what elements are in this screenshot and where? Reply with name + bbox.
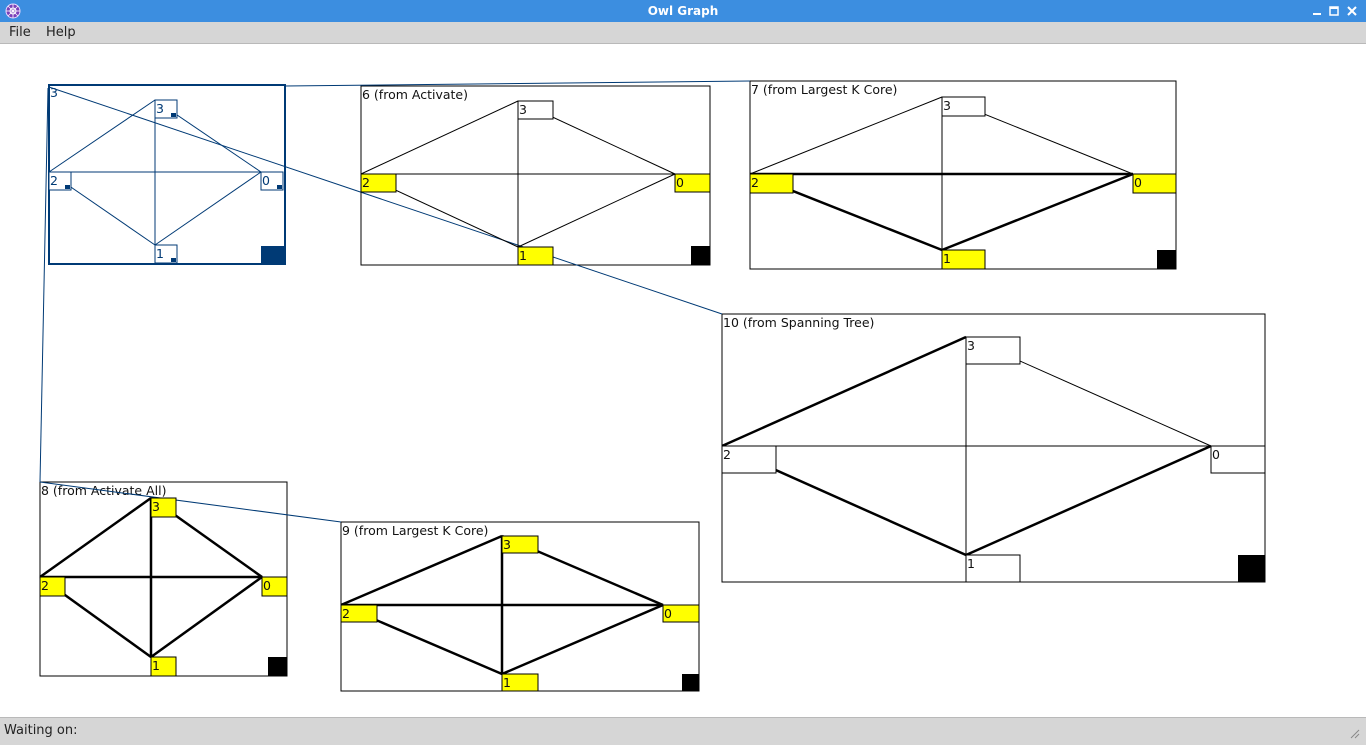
- graph-node-label: 2: [50, 173, 58, 188]
- graph-node-label: 3: [503, 537, 511, 552]
- maximize-icon[interactable]: [1327, 4, 1341, 18]
- derivation-line: [284, 80, 751, 87]
- derivation-line: [39, 87, 49, 483]
- graph-node-label: 2: [342, 606, 350, 621]
- node-marker: [171, 258, 176, 262]
- graph-node-label: 3: [519, 102, 527, 117]
- status-bar: Waiting on:: [0, 717, 1366, 745]
- graph-node-label: 0: [262, 173, 270, 188]
- graph-status-square: [691, 246, 710, 265]
- graph-node-label: 3: [967, 338, 975, 353]
- node-marker: [277, 185, 282, 189]
- status-text: Waiting on:: [4, 723, 78, 738]
- graph-status-square: [682, 674, 699, 691]
- node-marker: [65, 185, 70, 189]
- graph-panel-title: 10 (from Spanning Tree): [723, 315, 874, 330]
- menu-help[interactable]: Help: [46, 22, 76, 43]
- minimize-icon[interactable]: [1310, 4, 1324, 18]
- graph-status-square: [261, 246, 285, 264]
- resize-grip-icon[interactable]: [1350, 729, 1360, 739]
- graph-panel-title: 7 (from Largest K Core): [751, 82, 897, 97]
- graph-node-label: 2: [41, 578, 49, 593]
- title-bar: Owl Graph: [0, 0, 1366, 22]
- graph-panel-title: 9 (from Largest K Core): [342, 523, 488, 538]
- graph-area[interactable]: 3 6 (from Activate) 7 (from Largest K Core…: [3, 45, 1363, 715]
- graph-node-label: 0: [1134, 175, 1142, 190]
- menu-file[interactable]: File: [9, 22, 31, 43]
- graph-node-label: 1: [967, 556, 975, 571]
- graph-status-square: [1157, 250, 1176, 269]
- graph-node-label: 1: [519, 248, 527, 263]
- graph-node-label: 1: [156, 246, 164, 261]
- graph-node-label: 3: [943, 98, 951, 113]
- graph-node-label: 1: [152, 658, 160, 673]
- graph-panel-title: 6 (from Activate): [362, 87, 468, 102]
- graph-node-label: 0: [664, 606, 672, 621]
- graph-node-label: 1: [943, 251, 951, 266]
- graph-status-square: [268, 657, 287, 676]
- graph-node-label: 0: [676, 175, 684, 190]
- window-title: Owl Graph: [647, 4, 719, 18]
- close-icon[interactable]: [1345, 4, 1359, 18]
- menu-bar: File Help: [0, 22, 1366, 44]
- graph-node-label: 2: [362, 175, 370, 190]
- graph-status-square: [1238, 555, 1265, 582]
- node-marker: [171, 113, 176, 117]
- graph-canvas[interactable]: 3 6 (from Activate) 7 (from Largest K Core…: [3, 45, 1363, 715]
- graph-node-label: 3: [156, 101, 164, 116]
- graph-node-label: 1: [503, 675, 511, 690]
- graph-node-label: 2: [751, 175, 759, 190]
- graph-node-label: 3: [152, 499, 160, 514]
- graph-node-label: 0: [1212, 447, 1220, 462]
- graph-node-label: 0: [263, 578, 271, 593]
- graph-node-label: 2: [723, 447, 731, 462]
